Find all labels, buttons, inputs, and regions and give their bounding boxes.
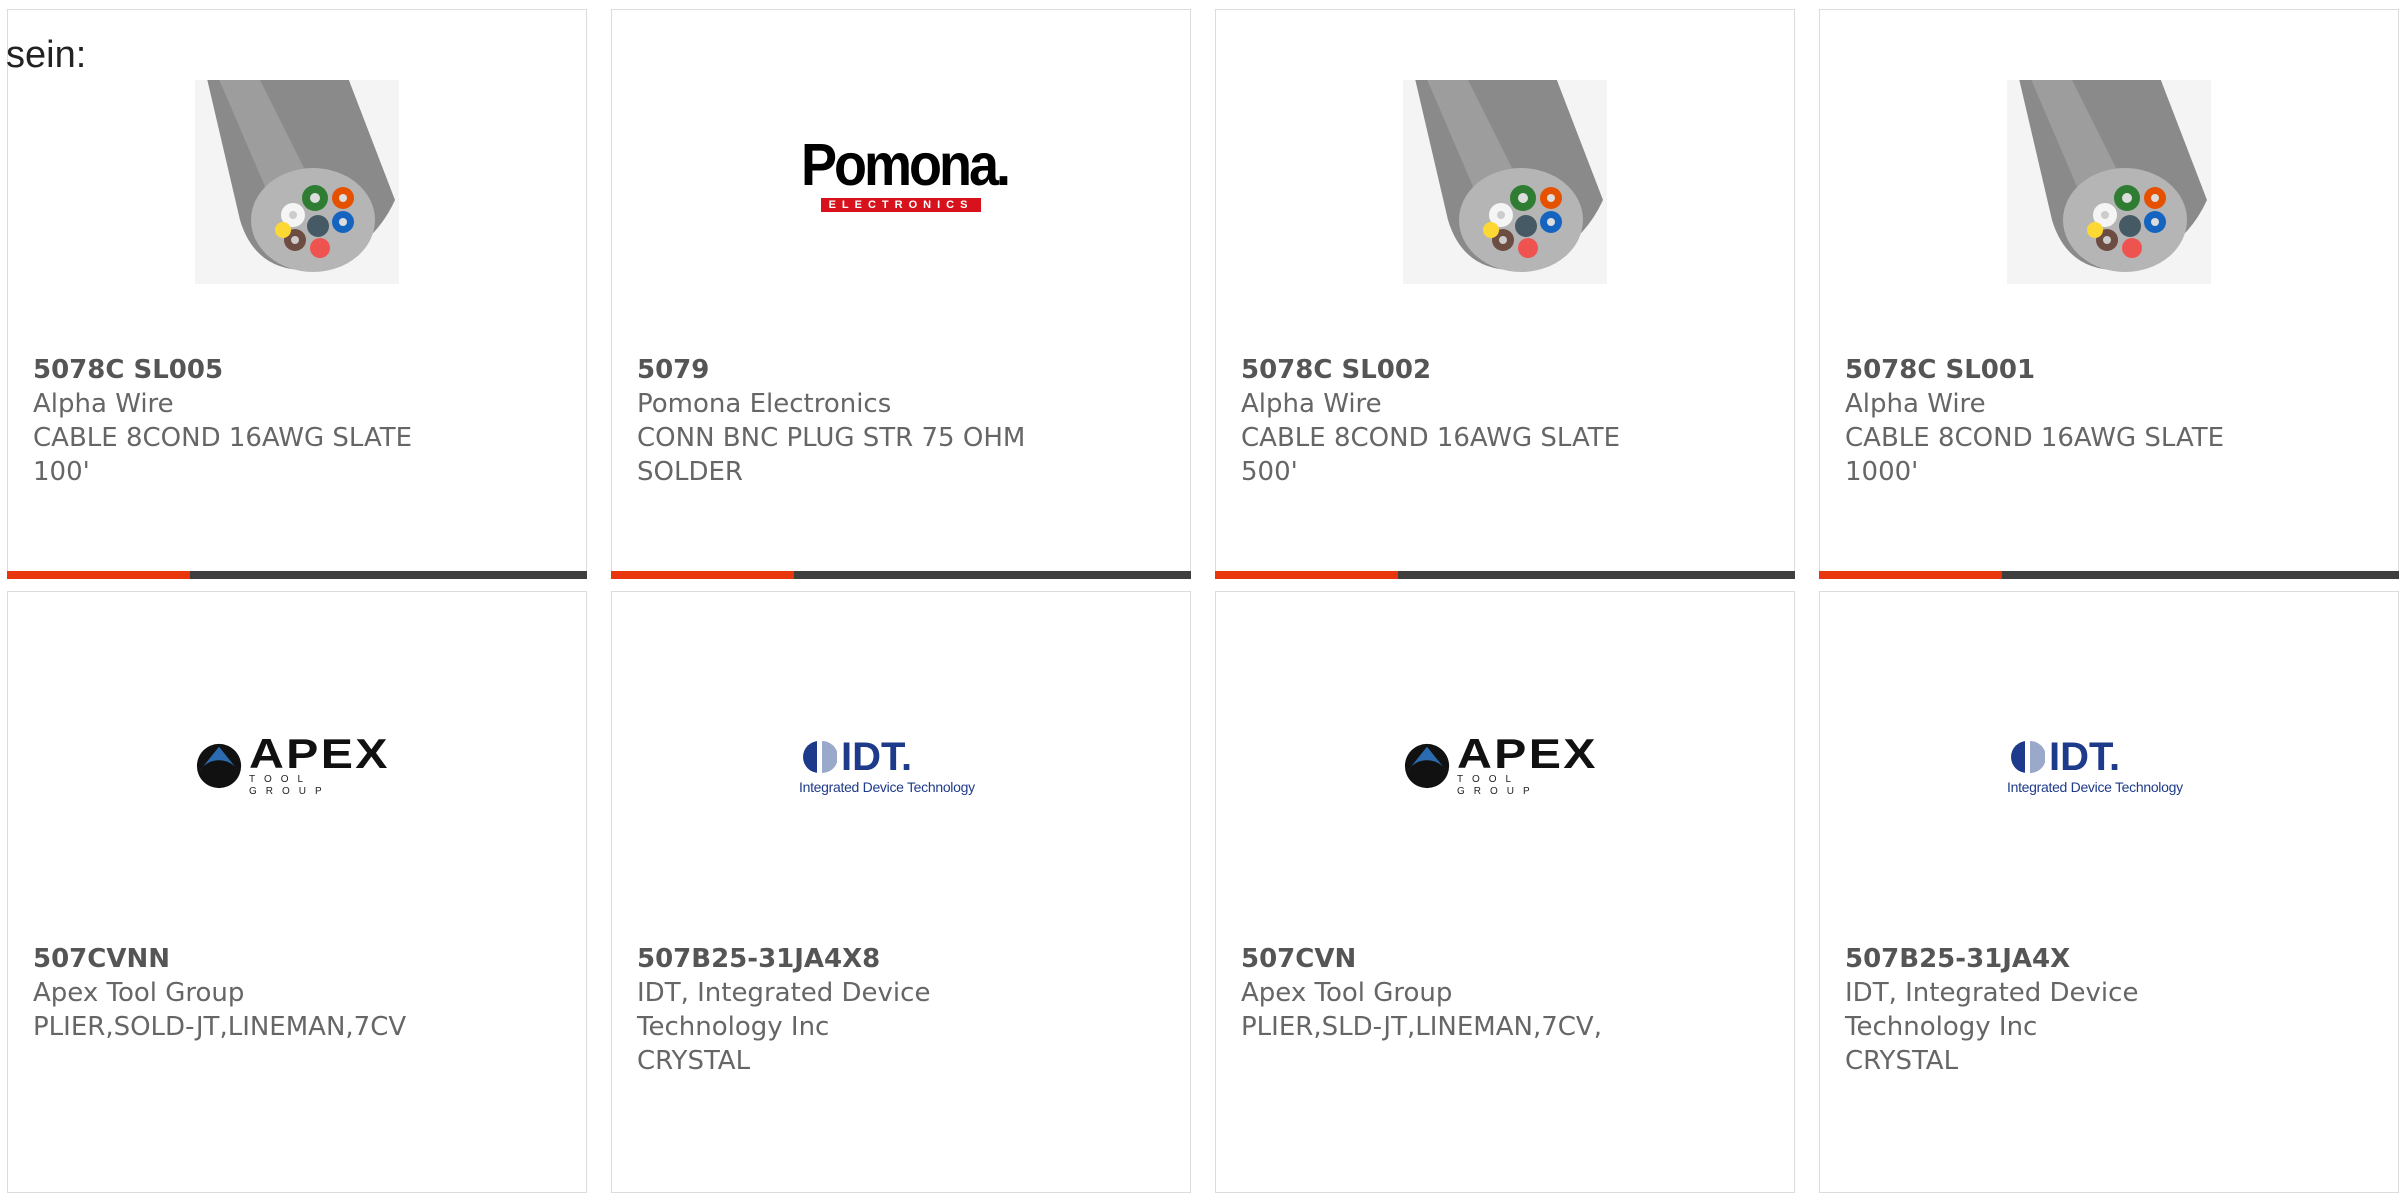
manufacturer: Alpha Wire xyxy=(1241,389,1382,419)
manufacturer: Alpha Wire xyxy=(33,389,174,419)
idt-mark-icon xyxy=(803,739,837,775)
apex-logo[interactable]: APEX TOOL GROUP xyxy=(195,726,399,806)
part-number[interactable]: 507CVNN xyxy=(33,942,566,976)
logo-subtext: Integrated Device Technology xyxy=(799,779,975,795)
product-card[interactable]: Pomona. ELECTRONICS 5079 Pomona Electron… xyxy=(611,9,1191,579)
pomona-logo[interactable]: Pomona. ELECTRONICS xyxy=(799,131,1011,214)
product-info: 5078C SL002 Alpha Wire CABLE 8COND 16AWG… xyxy=(1241,353,1774,489)
logo-wordmark: APEX xyxy=(1457,730,1598,777)
description: PLIER,SLD-JT,LINEMAN,7CV, xyxy=(1241,1012,1602,1042)
apex-logo[interactable]: APEX TOOL GROUP xyxy=(1403,726,1607,806)
logo-subtext: Integrated Device Technology xyxy=(2007,779,2183,795)
logo-wordmark: APEX xyxy=(249,730,390,777)
product-info: 5078C SL005 Alpha Wire CABLE 8COND 16AWG… xyxy=(33,353,566,489)
apex-mark-icon xyxy=(1404,743,1450,789)
card-bottom-bar xyxy=(611,571,1191,579)
part-number[interactable]: 5079 xyxy=(637,353,1170,387)
description: CRYSTAL xyxy=(637,1046,751,1076)
product-info: 5078C SL001 Alpha Wire CABLE 8COND 16AWG… xyxy=(1845,353,2378,489)
cable-image[interactable] xyxy=(2007,80,2211,284)
product-card[interactable]: APEX TOOL GROUP 507CVN Apex Tool Group P… xyxy=(1215,591,1795,1193)
apex-mark-icon xyxy=(196,743,242,789)
product-info: 507CVN Apex Tool Group PLIER,SLD-JT,LINE… xyxy=(1241,942,1774,1044)
card-bottom-bar xyxy=(7,571,587,579)
manufacturer: Alpha Wire xyxy=(1845,389,1986,419)
logo-wordmark: IDT. xyxy=(841,735,913,779)
accent-bar xyxy=(611,571,794,579)
logo-wordmark: Pomona. xyxy=(801,131,1011,198)
description: CABLE 8COND 16AWG SLATE 500' xyxy=(1241,423,1621,487)
accent-bar xyxy=(1215,571,1398,579)
accent-bar xyxy=(7,571,190,579)
part-number[interactable]: 507B25-31JA4X xyxy=(1845,942,2378,976)
product-card[interactable]: 5078C SL005 Alpha Wire CABLE 8COND 16AWG… xyxy=(7,9,587,579)
description: CABLE 8COND 16AWG SLATE 1000' xyxy=(1845,423,2225,487)
product-grid: 5078C SL005 Alpha Wire CABLE 8COND 16AWG… xyxy=(7,9,2399,1193)
idt-logo[interactable]: IDT. Integrated Device Technology xyxy=(2007,726,2211,806)
intro-text: sein: xyxy=(6,34,87,76)
product-card[interactable]: IDT. Integrated Device Technology 507B25… xyxy=(1819,591,2399,1193)
manufacturer: Apex Tool Group xyxy=(33,978,245,1008)
part-number[interactable]: 507CVN xyxy=(1241,942,1774,976)
product-info: 507B25-31JA4X IDT, Integrated Device Tec… xyxy=(1845,942,2378,1078)
card-bottom-bar xyxy=(1215,571,1795,579)
logo-subtext: ELECTRONICS xyxy=(820,197,982,212)
product-card[interactable]: APEX TOOL GROUP 507CVNN Apex Tool Group … xyxy=(7,591,587,1193)
product-info: 507CVNN Apex Tool Group PLIER,SOLD-JT,LI… xyxy=(33,942,566,1044)
logo-subtext: TOOL GROUP xyxy=(249,774,331,797)
part-number[interactable]: 5078C SL002 xyxy=(1241,353,1774,387)
description: CABLE 8COND 16AWG SLATE 100' xyxy=(33,423,413,487)
product-card[interactable]: 5078C SL001 Alpha Wire CABLE 8COND 16AWG… xyxy=(1819,9,2399,579)
manufacturer: Apex Tool Group xyxy=(1241,978,1453,1008)
logo-wordmark: IDT. xyxy=(2049,735,2121,779)
part-number[interactable]: 5078C SL005 xyxy=(33,353,566,387)
card-bottom-bar xyxy=(1819,571,2399,579)
accent-bar xyxy=(1819,571,2002,579)
description: CONN BNC PLUG STR 75 OHM SOLDER xyxy=(637,423,1026,487)
idt-mark-icon xyxy=(2011,739,2045,775)
product-card[interactable]: 5078C SL002 Alpha Wire CABLE 8COND 16AWG… xyxy=(1215,9,1795,579)
cable-image[interactable] xyxy=(1403,80,1607,284)
idt-logo[interactable]: IDT. Integrated Device Technology xyxy=(799,726,1003,806)
product-info: 5079 Pomona Electronics CONN BNC PLUG ST… xyxy=(637,353,1170,489)
manufacturer: Pomona Electronics xyxy=(637,389,892,419)
description: CRYSTAL xyxy=(1845,1046,1959,1076)
cable-image[interactable] xyxy=(195,80,399,284)
product-info: 507B25-31JA4X8 IDT, Integrated Device Te… xyxy=(637,942,1170,1078)
manufacturer: IDT, Integrated Device Technology Inc xyxy=(1845,978,2139,1042)
part-number[interactable]: 5078C SL001 xyxy=(1845,353,2378,387)
description: PLIER,SOLD-JT,LINEMAN,7CV xyxy=(33,1012,407,1042)
manufacturer: IDT, Integrated Device Technology Inc xyxy=(637,978,931,1042)
part-number[interactable]: 507B25-31JA4X8 xyxy=(637,942,1170,976)
logo-subtext: TOOL GROUP xyxy=(1457,774,1539,797)
product-card[interactable]: IDT. Integrated Device Technology 507B25… xyxy=(611,591,1191,1193)
